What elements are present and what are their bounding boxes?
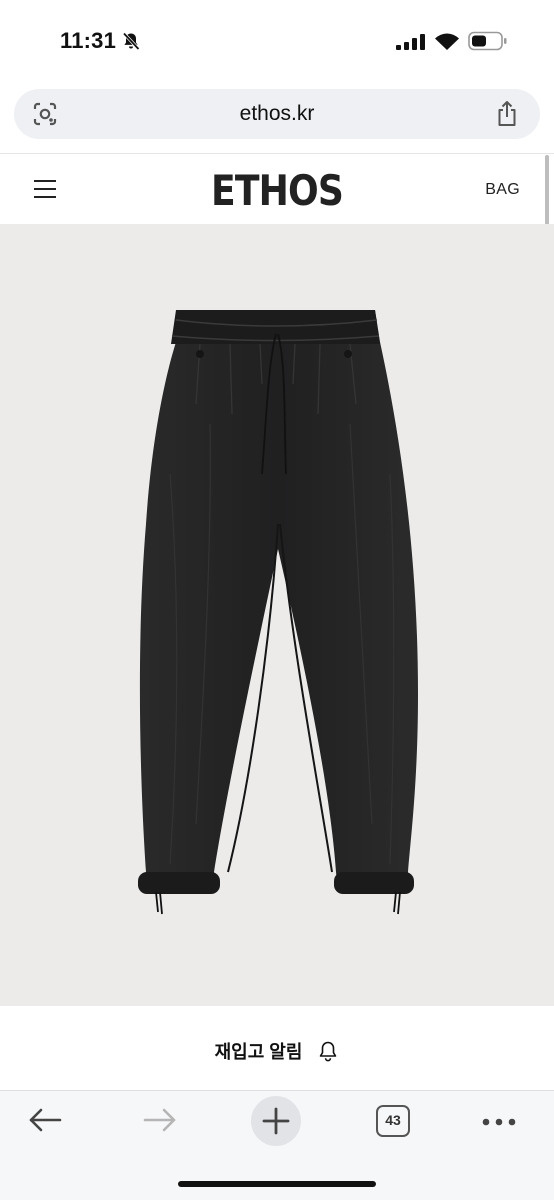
address-bar[interactable]: ethos.kr [14, 89, 540, 139]
more-icon[interactable] [481, 1117, 517, 1127]
product-image [0, 224, 554, 1006]
battery-icon [468, 31, 507, 51]
site-logo[interactable]: ETHOS [39, 166, 515, 215]
status-time: 11:31 [60, 28, 117, 53]
bag-link[interactable]: BAG [485, 181, 520, 199]
wifi-icon [435, 33, 459, 50]
new-tab-button[interactable] [251, 1096, 301, 1146]
status-bar: 11:31 [0, 0, 554, 80]
restock-notify-button[interactable]: 재입고 알림 [0, 1006, 554, 1090]
signal-icon [396, 34, 425, 50]
tab-switcher-button[interactable]: 43 [376, 1105, 410, 1137]
bell-off-icon [122, 32, 140, 51]
share-icon[interactable] [494, 100, 520, 128]
site-header: ETHOS BAG [0, 154, 554, 224]
plus-icon [262, 1107, 290, 1135]
restock-label: 재입고 알림 [214, 1042, 303, 1062]
bell-icon [320, 1041, 337, 1062]
forward-arrow-icon[interactable] [143, 1107, 177, 1133]
url-text[interactable]: ethos.kr [14, 102, 540, 126]
back-arrow-icon[interactable] [28, 1107, 62, 1133]
product-pants-illustration [138, 310, 418, 915]
home-indicator[interactable] [178, 1181, 376, 1187]
